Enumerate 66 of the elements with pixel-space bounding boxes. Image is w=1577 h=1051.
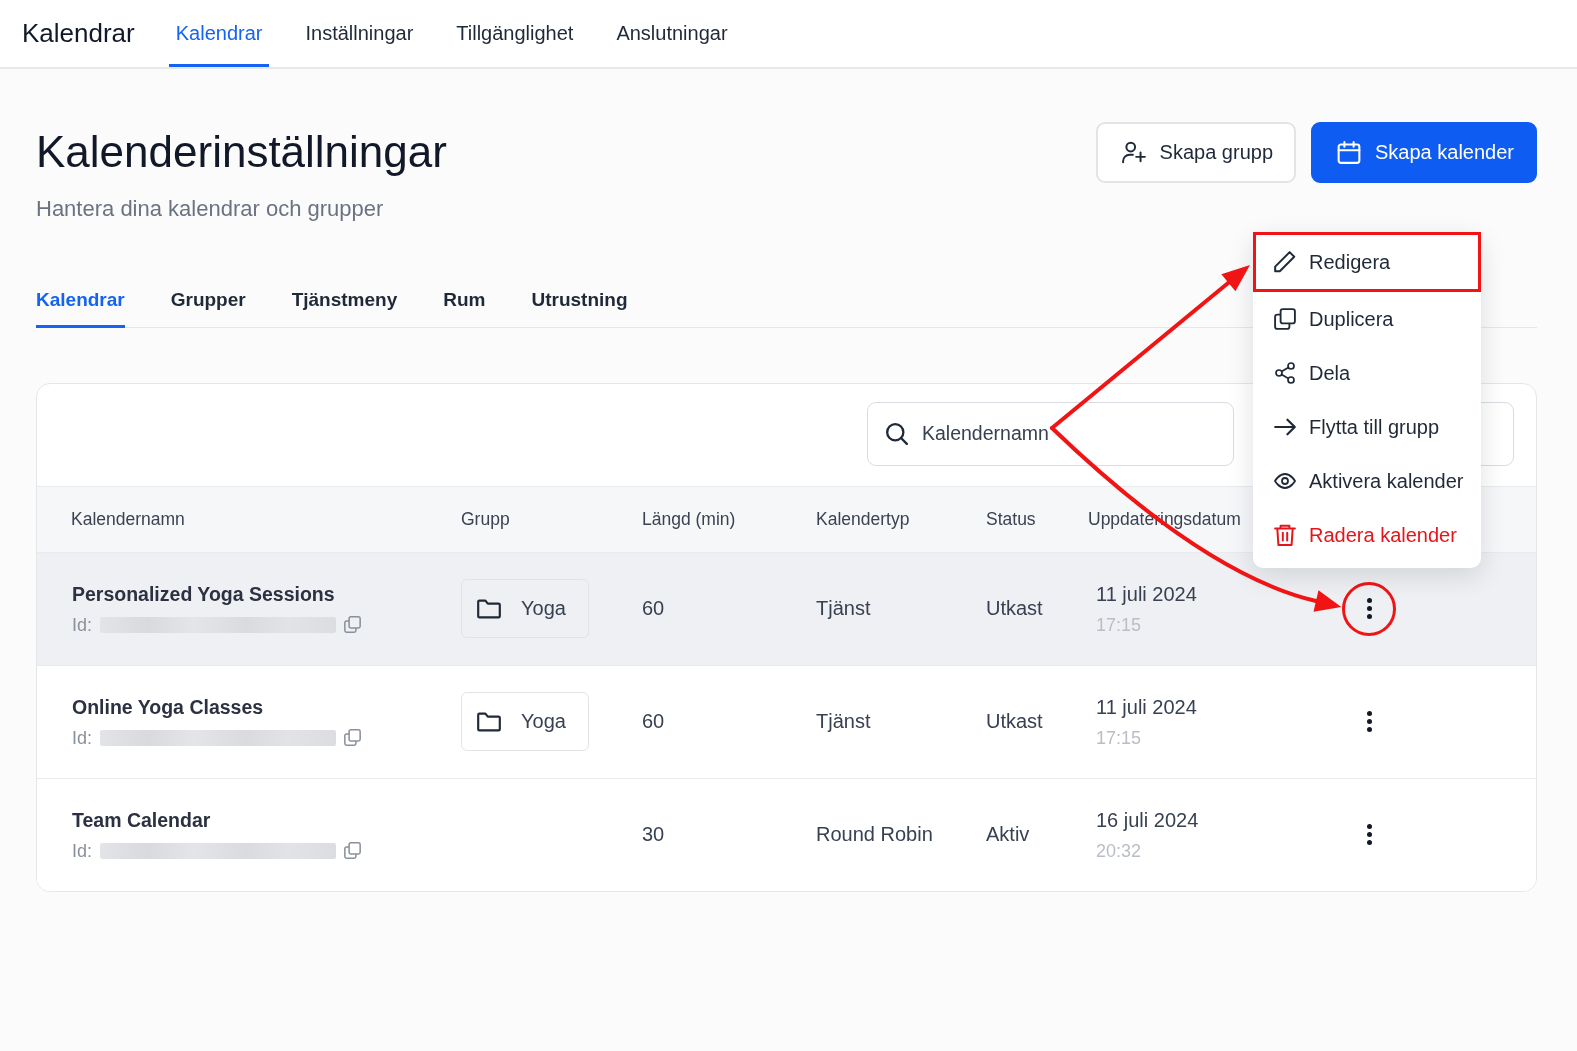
page-subtitle: Hantera dina kalendrar och grupper [36,196,385,221]
vertical-dots-icon [1366,824,1372,846]
vertical-dots-icon [1366,598,1372,620]
menu-item[interactable]: Dela [1253,346,1481,400]
arrow-right-icon [1274,416,1296,438]
menu-item[interactable]: Redigera [1253,232,1481,292]
column-header: Kalendernamn [70,508,186,530]
table-cell-text: Tjänst [816,710,872,734]
group-name: Yoga [521,710,566,734]
table-cell-text: Utkast [986,597,1044,621]
more-options-button[interactable] [1342,581,1396,636]
date-text: 11 juli 2024 [1096,581,1198,607]
search-field[interactable]: Kalendernamn [867,401,1234,466]
group-name: Yoga [521,597,566,621]
vertical-dots-icon [1366,711,1372,733]
section-tab[interactable]: Rum [443,278,486,328]
section-tab[interactable]: Tjänstmeny [291,278,398,328]
nav-tab[interactable]: Inställningar [298,0,421,67]
copy-icon [1274,308,1296,330]
section-tab[interactable]: Grupper [170,278,246,328]
table-cell-text: Aktiv [986,823,1031,847]
pencil-icon [1274,251,1296,273]
section-tab[interactable]: Kalendrar [36,278,125,328]
menu-item[interactable]: Duplicera [1253,292,1481,346]
menu-item[interactable]: Aktivera kalender [1253,454,1481,508]
nav-tab[interactable]: Anslutningar [609,0,735,67]
folder-icon [477,711,501,732]
page-title: Kalenderinställningar [36,126,447,178]
column-header: Längd (min) [642,508,737,530]
table-cell-text: Tjänst [816,597,872,621]
eye-icon [1274,470,1296,492]
time-text: 20:32 [1096,839,1143,863]
column-header: Status [986,508,1037,530]
share-icon [1274,362,1296,384]
time-text: 17:15 [1096,726,1143,750]
calendar-name: Team Calendar [72,807,212,833]
table-cell-text: 60 [642,597,666,621]
calendar-icon [1337,141,1361,164]
table-cell-text: 60 [642,710,666,734]
id-label: Id: [72,613,92,637]
nav-tab[interactable]: Tillgänglighet [449,0,581,67]
copy-icon[interactable] [344,616,361,634]
table-cell-text: Round Robin [816,823,934,847]
id-label: Id: [72,839,92,863]
trash-icon [1274,524,1296,546]
copy-icon[interactable] [344,842,361,860]
id-label: Id: [72,726,92,750]
menu-item[interactable]: Flytta till grupp [1253,400,1481,454]
outline-button[interactable]: Skapa grupp [1095,122,1296,183]
column-header: Kalendertyp [816,508,911,530]
date-text: 11 juli 2024 [1096,694,1198,720]
search-icon [886,422,908,445]
calendar-name: Online Yoga Classes [72,694,265,720]
table-cell-text: 30 [642,823,666,847]
column-header: Grupp [461,508,511,530]
section-tab[interactable]: Utrustning [531,278,628,328]
primary-button[interactable]: Skapa kalender [1311,122,1537,183]
copy-icon[interactable] [344,729,361,747]
user-plus-icon [1121,141,1146,164]
nav-tab[interactable]: Kalendrar [168,0,270,67]
table-cell-text: Utkast [986,710,1044,734]
calendar-name: Personalized Yoga Sessions [72,581,336,607]
folder-icon [477,598,501,619]
date-text: 16 juli 2024 [1096,807,1200,833]
menu-item[interactable]: Radera kalender [1253,508,1481,562]
app-title: Kalendrar [22,17,135,50]
